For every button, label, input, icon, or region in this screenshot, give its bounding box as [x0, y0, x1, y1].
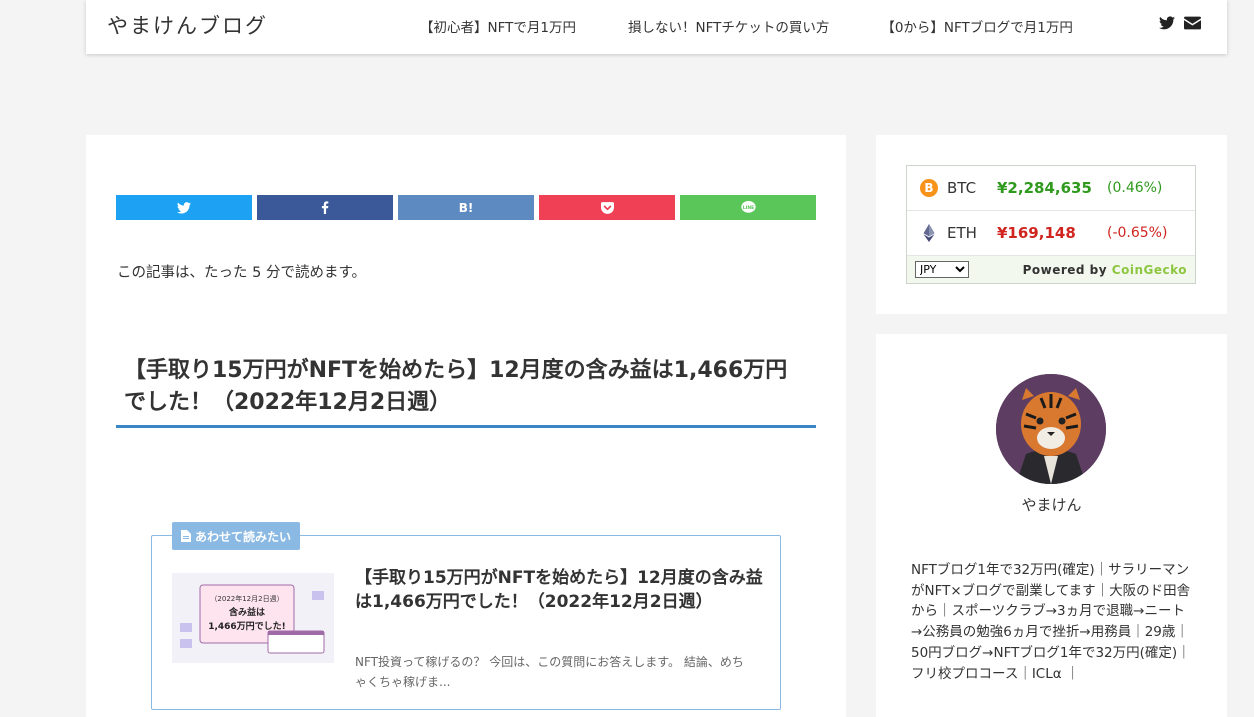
share-buttons: B! LINE — [116, 195, 816, 220]
site-header: やまけんブログ 【初心者】NFTで月1万円 損しない！NFTチケットの買い方 【… — [86, 0, 1227, 54]
share-line-button[interactable]: LINE — [680, 195, 816, 220]
sidebar-profile: やまけん NFTブログ1年で32万円(確定)｜サラリーマンがNFT×ブログで副業… — [876, 334, 1227, 717]
coin-change: (-0.65%) — [1107, 225, 1168, 241]
nav-item-beginner[interactable]: 【初心者】NFTで月1万円 — [420, 16, 576, 36]
nav-item-ticket[interactable]: 損しない！NFTチケットの買い方 — [628, 16, 829, 36]
bitcoin-icon: B — [920, 179, 938, 197]
thumbnail-text-date: （2022年12月2日週） — [210, 594, 283, 603]
twitter-icon[interactable] — [1159, 16, 1175, 30]
document-icon — [181, 530, 191, 542]
coingecko-brand: CoinGecko — [1111, 262, 1187, 277]
currency-select[interactable]: JPY — [915, 261, 969, 278]
related-post-title[interactable]: 【手取り15万円がNFTを始めたら】12月度の含み益は1,466万円でした！（2… — [355, 566, 765, 614]
avatar — [996, 374, 1106, 484]
coin-price: ¥2,284,635 — [997, 179, 1092, 197]
header-social-icons — [1159, 16, 1201, 30]
coin-price-widget: B BTC ¥2,284,635 (0.46%) ETH ¥169,148 (-… — [906, 165, 1196, 284]
svg-text:B: B — [924, 181, 933, 195]
thumbnail-text-amount: 1,466万円でした! — [208, 621, 286, 632]
related-post-card[interactable]: あわせて読みたい （2022年12月2日週） 含み益は 1,466万円でした! … — [151, 522, 781, 710]
mail-icon[interactable] — [1184, 16, 1201, 30]
article-main: B! LINE この記事は、たった 5 分で読めます。 【手取り15万円がNFT… — [86, 135, 846, 717]
profile-name: やまけん — [1021, 496, 1082, 514]
profile-description: NFTブログ1年で32万円(確定)｜サラリーマンがNFT×ブログで副業してます｜… — [911, 562, 1191, 682]
coin-change: (0.46%) — [1107, 180, 1163, 196]
coin-row-btc[interactable]: B BTC ¥2,284,635 (0.46%) — [907, 166, 1195, 211]
share-pocket-button[interactable] — [539, 195, 675, 220]
share-twitter-button[interactable] — [116, 195, 252, 220]
twitter-icon — [177, 201, 191, 214]
facebook-icon — [321, 201, 329, 214]
thumbnail-text-gain: 含み益は — [228, 606, 265, 618]
coin-price: ¥169,148 — [997, 224, 1076, 242]
site-title[interactable]: やまけんブログ — [107, 10, 268, 40]
related-post-excerpt: NFT投資って稼げるの？ 今回は、この質問にお答えします。 結論、めちゃくちゃ稼… — [355, 655, 744, 689]
coin-symbol: BTC — [947, 179, 977, 197]
share-hatena-button[interactable]: B! — [398, 195, 534, 220]
read-time-text: この記事は、たった 5 分で読めます。 — [117, 265, 366, 281]
coin-symbol: ETH — [947, 224, 977, 242]
line-icon: LINE — [740, 201, 756, 213]
nav-item-nft-blog[interactable]: 【0から】NFTブログで月1万円 — [881, 16, 1073, 36]
pocket-icon — [600, 201, 614, 214]
powered-by-text[interactable]: Powered by CoinGecko — [1023, 263, 1187, 277]
article-heading: 【手取り15万円がNFTを始めたら】12月度の含み益は1,466万円でした！（2… — [116, 355, 816, 428]
coin-widget-footer: JPY Powered by CoinGecko — [907, 256, 1195, 283]
related-post-thumbnail[interactable]: （2022年12月2日週） 含み益は 1,466万円でした! — [172, 573, 334, 663]
related-label-text: あわせて読みたい — [195, 529, 292, 544]
share-facebook-button[interactable] — [257, 195, 393, 220]
ethereum-icon — [923, 224, 935, 242]
related-label: あわせて読みたい — [172, 522, 301, 550]
global-nav: 【初心者】NFTで月1万円 損しない！NFTチケットの買い方 【0から】NFTブ… — [420, 16, 1073, 36]
svg-text:LINE: LINE — [742, 205, 753, 211]
powered-prefix: Powered by — [1022, 262, 1112, 277]
hatena-icon: B! — [458, 200, 474, 215]
coin-row-eth[interactable]: ETH ¥169,148 (-0.65%) — [907, 211, 1195, 256]
sidebar-coin-widget: B BTC ¥2,284,635 (0.46%) ETH ¥169,148 (-… — [876, 135, 1227, 314]
